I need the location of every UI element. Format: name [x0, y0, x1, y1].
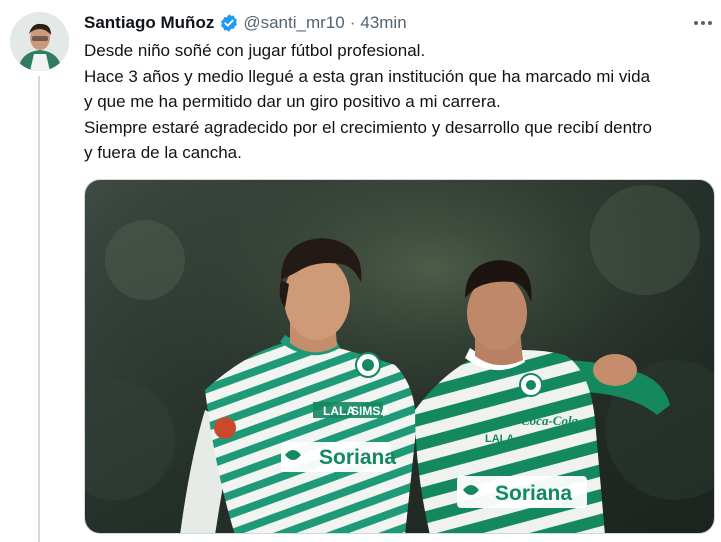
tweet-timestamp[interactable]: 43min	[360, 13, 406, 33]
photo-image: LALA SIMSA Soriana LALA Coca-Cola Sorian…	[85, 180, 714, 533]
tweet-text-line: Siempre estaré agradecido por el crecimi…	[84, 117, 652, 137]
tweet-photo[interactable]: LALA SIMSA Soriana LALA Coca-Cola Sorian…	[84, 179, 715, 534]
tweet-header: Santiago Muñoz @santi_mr10 · 43min	[84, 11, 407, 35]
header-separator: ·	[349, 13, 356, 32]
right-jersey-sponsor-chest: Coca-Cola	[521, 413, 579, 428]
more-options-icon	[694, 21, 712, 25]
avatar[interactable]	[10, 12, 69, 71]
tweet-text-line: Desde niño soñé con jugar fútbol profesi…	[84, 41, 426, 60]
right-jersey-sponsor-main: Soriana	[495, 482, 572, 505]
author-handle[interactable]: @santi_mr10	[243, 13, 344, 33]
more-options-button[interactable]	[690, 12, 716, 34]
tweet-text-line: y fuera de la cancha.	[84, 143, 242, 162]
tweet[interactable]: Santiago Muñoz @santi_mr10 · 43min Desde…	[0, 0, 721, 542]
author-name[interactable]: Santiago Muñoz	[84, 13, 214, 33]
tweet-text-line: Hace 3 años y medio llegué a esta gran i…	[84, 66, 651, 86]
left-jersey-sponsor-main: Soriana	[319, 446, 396, 469]
right-jersey-sponsor-small: LALA	[485, 433, 514, 445]
thread-line	[38, 76, 40, 542]
verified-badge-icon	[219, 13, 239, 33]
avatar-image	[10, 12, 69, 71]
tweet-text-line: y que me ha permitido dar un giro positi…	[84, 92, 501, 111]
left-jersey-sponsor-chest: SIMSA	[351, 404, 389, 418]
tweet-text: Desde niño soñé con jugar fútbol profesi…	[84, 38, 714, 166]
